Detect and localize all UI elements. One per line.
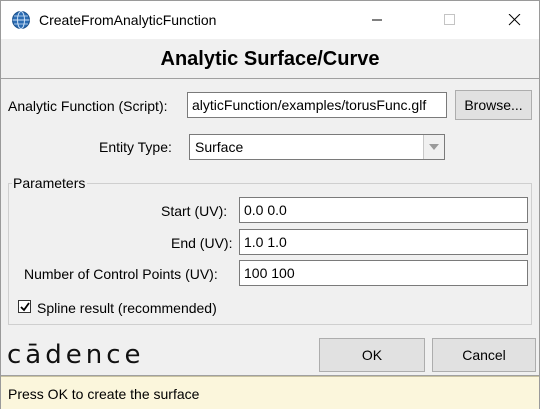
control-points-label: Number of Control Points (UV): [24, 266, 218, 282]
window-title: CreateFromAnalyticFunction [39, 12, 217, 28]
maximize-button [427, 1, 473, 39]
entity-type-label: Entity Type: [99, 139, 172, 155]
function-path-input[interactable]: alyticFunction/examples/torusFunc.glf [187, 92, 447, 118]
close-button[interactable] [493, 1, 539, 39]
globe-icon [11, 10, 31, 30]
start-label: Start (UV): [161, 203, 228, 219]
title-bar[interactable]: CreateFromAnalyticFunction [1, 1, 539, 39]
ok-button[interactable]: OK [319, 338, 425, 372]
close-icon [508, 14, 521, 26]
maximize-icon [444, 14, 455, 25]
minimize-icon [372, 19, 382, 21]
checkmark-icon [20, 302, 30, 312]
start-uv-input[interactable]: 0.0 0.0 [239, 197, 528, 223]
combo-arrow[interactable] [423, 135, 444, 159]
cadence-logo: cādence [7, 340, 145, 370]
control-points-input[interactable]: 100 100 [239, 260, 528, 286]
browse-button[interactable]: Browse... [455, 90, 532, 120]
end-uv-input[interactable]: 1.0 1.0 [239, 229, 528, 255]
end-label: End (UV): [171, 235, 233, 251]
dialog-heading: Analytic Surface/Curve [160, 48, 380, 70]
dialog-window: CreateFromAnalyticFunction Analytic Surf… [0, 0, 540, 409]
entity-type-value: Surface [195, 139, 244, 155]
function-label: Analytic Function (Script): [8, 98, 168, 114]
heading-divider [1, 78, 539, 79]
minimize-button[interactable] [355, 1, 401, 39]
entity-type-select[interactable]: Surface [189, 134, 445, 160]
status-text: Press OK to create the surface [8, 386, 200, 402]
chevron-down-icon [429, 144, 439, 150]
parameters-group-title: Parameters [12, 174, 88, 192]
spline-label: Spline result (recommended) [37, 300, 217, 316]
spline-checkbox[interactable] [18, 300, 31, 313]
status-bar: Press OK to create the surface [1, 376, 539, 409]
cancel-button[interactable]: Cancel [432, 338, 536, 372]
